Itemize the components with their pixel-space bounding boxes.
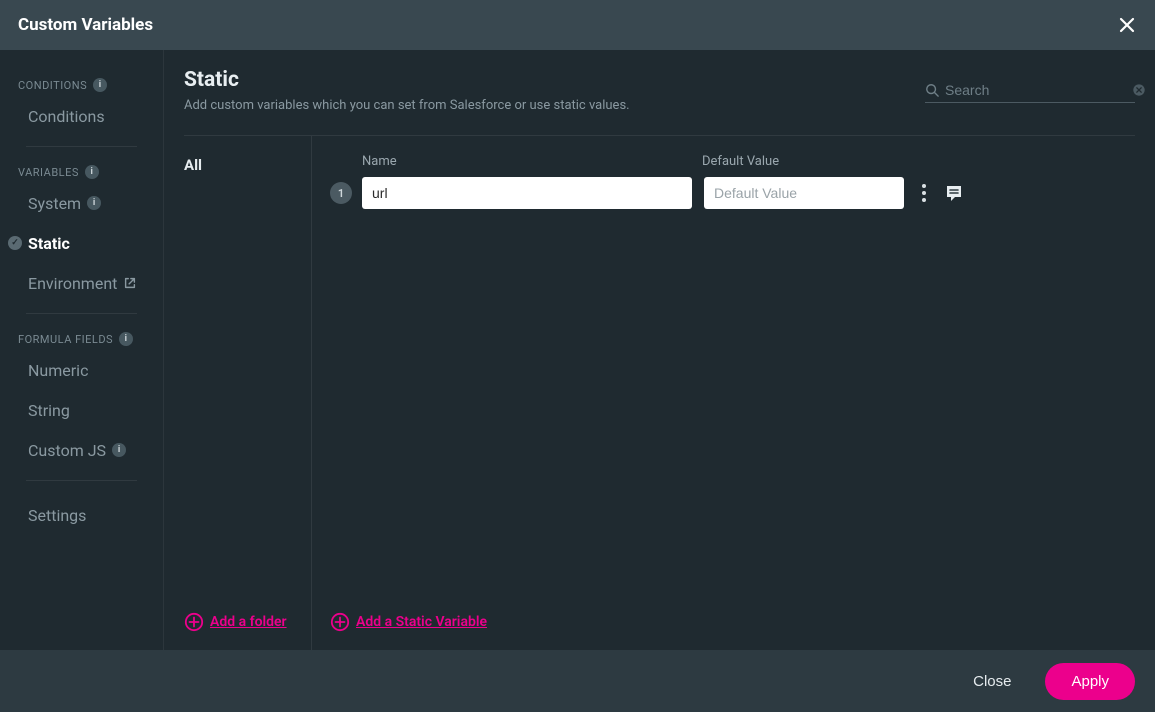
sidebar-item-label: String <box>28 401 70 420</box>
clear-search-icon[interactable] <box>1132 83 1146 97</box>
divider <box>26 480 137 481</box>
add-folder-button[interactable]: Add a folder <box>184 612 311 632</box>
apply-button[interactable]: Apply <box>1045 663 1135 700</box>
search-icon <box>925 83 939 97</box>
external-link-icon <box>123 276 137 290</box>
variable-default-input[interactable] <box>704 177 904 209</box>
search-field[interactable] <box>925 78 1135 103</box>
sidebar-item-label: System <box>28 194 81 213</box>
sidebar-item-label: Settings <box>28 506 86 525</box>
variable-name-input[interactable] <box>362 177 692 209</box>
modal-body: CONDITIONSiConditionsVARIABLESiSystemi✓S… <box>0 50 1155 650</box>
divider <box>26 313 137 314</box>
titlebar: Custom Variables <box>0 0 1155 50</box>
sidebar-item-string[interactable]: String <box>0 390 163 430</box>
sidebar-item-settings[interactable]: Settings <box>0 495 163 535</box>
sidebar-item-custom-js[interactable]: Custom JS i <box>0 430 163 470</box>
folder-column: All Add a folder <box>164 136 312 650</box>
sidebar-item-label: Numeric <box>28 361 88 380</box>
sidebar: CONDITIONSiConditionsVARIABLESiSystemi✓S… <box>0 50 164 650</box>
content-row: All Add a folder Name Default Value 1 <box>164 136 1155 650</box>
modal-title: Custom Variables <box>18 15 153 35</box>
sidebar-item-label: Static <box>28 234 70 253</box>
row-index-badge: 1 <box>330 182 352 204</box>
search-input[interactable] <box>939 82 1132 98</box>
divider <box>26 146 137 147</box>
sidebar-item-environment[interactable]: Environment <box>0 263 163 303</box>
sidebar-item-conditions[interactable]: Conditions <box>0 96 163 136</box>
main-panel: Static Add custom variables which you ca… <box>164 50 1155 650</box>
sidebar-section-header: VARIABLESi <box>0 161 163 183</box>
variables-column: Name Default Value 1 Add a Static Variab… <box>312 136 1155 650</box>
comment-icon[interactable] <box>944 183 964 203</box>
default-header: Default Value <box>702 154 912 169</box>
kebab-menu-icon[interactable] <box>918 180 930 206</box>
info-icon[interactable]: i <box>93 78 107 92</box>
sidebar-item-numeric[interactable]: Numeric <box>0 350 163 390</box>
column-headers: Name Default Value <box>362 154 1135 169</box>
close-icon[interactable] <box>1117 15 1137 35</box>
info-icon[interactable]: i <box>85 165 99 179</box>
sidebar-item-label: Custom JS <box>28 441 106 460</box>
close-button[interactable]: Close <box>959 665 1025 698</box>
variable-row: 1 <box>330 175 1135 211</box>
add-static-variable-button[interactable]: Add a Static Variable <box>330 612 1135 632</box>
sidebar-item-label: Conditions <box>28 107 105 126</box>
add-variable-label: Add a Static Variable <box>356 614 487 630</box>
page-description: Add custom variables which you can set f… <box>184 98 630 113</box>
check-icon: ✓ <box>8 236 22 250</box>
custom-variables-modal: Custom Variables CONDITIONSi Conditions VA… <box>0 0 1155 712</box>
sidebar-item-label: Environment <box>28 274 117 293</box>
folder-all[interactable]: All <box>184 156 311 174</box>
info-icon[interactable]: i <box>87 196 101 210</box>
add-folder-label: Add a folder <box>210 614 287 630</box>
info-icon[interactable]: i <box>119 332 133 346</box>
footer: Close Apply <box>0 650 1155 712</box>
sidebar-section-header: CONDITIONSi <box>0 74 163 96</box>
sidebar-item-static[interactable]: ✓ Static <box>0 223 163 263</box>
info-icon[interactable]: i <box>112 443 126 457</box>
sidebar-section-header: FORMULA FIELDSi <box>0 328 163 350</box>
page-title: Static <box>184 68 630 92</box>
main-header: Static Add custom variables which you ca… <box>164 50 1155 113</box>
name-header: Name <box>362 154 702 169</box>
sidebar-item-system[interactable]: Systemi <box>0 183 163 223</box>
